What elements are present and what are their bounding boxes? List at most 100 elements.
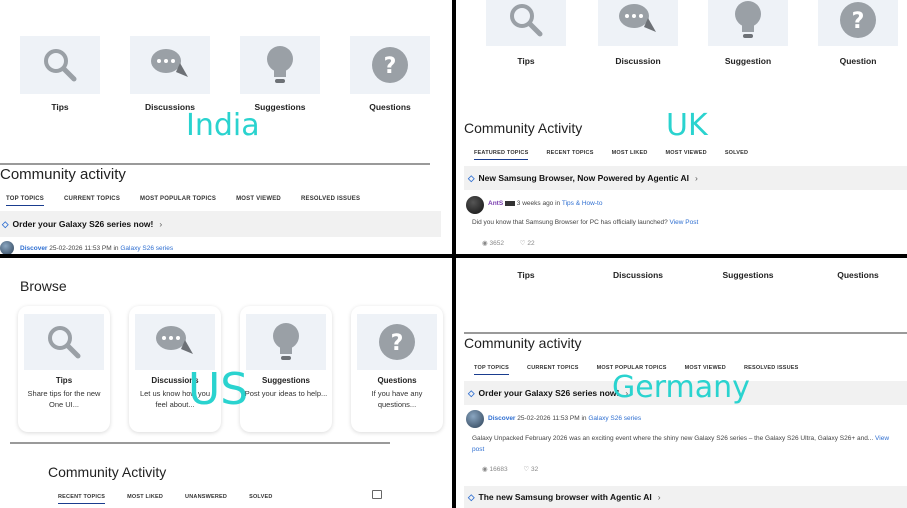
category-label: Questions bbox=[369, 102, 411, 112]
heart-icon: ♡ bbox=[519, 240, 526, 247]
post-body: Galaxy Unpacked February 2026 was an exc… bbox=[472, 433, 902, 455]
post-author[interactable]: Discover bbox=[20, 245, 47, 252]
post-stats: ◉ 3652 ♡ 22 bbox=[482, 239, 535, 247]
category-label[interactable]: Discussions bbox=[598, 270, 678, 280]
post-excerpt: Did you know that Samsung Browser for PC… bbox=[472, 219, 668, 226]
uk-panel: ? Tips Discussion Suggestion Question Co… bbox=[456, 0, 907, 254]
post-date: 25-02-2026 11:53 PM in bbox=[49, 245, 119, 252]
like-count: 22 bbox=[527, 240, 535, 247]
tips-tile[interactable] bbox=[486, 0, 566, 46]
suggestions-tile[interactable] bbox=[240, 36, 320, 94]
pin-icon: ◇ bbox=[2, 218, 9, 229]
category-label[interactable]: Questions bbox=[818, 270, 898, 280]
post-author[interactable]: AntS bbox=[488, 200, 503, 207]
section-title: Community activity bbox=[0, 166, 126, 183]
post-meta: Discover 25-02-2026 11:53 PM in Galaxy S… bbox=[488, 415, 641, 422]
topic-title: Order your Galaxy S26 series now! bbox=[12, 219, 154, 229]
category-card-questions[interactable]: ? Questions If you have any questions... bbox=[351, 306, 443, 432]
tab-resolved[interactable]: RESOLVED ISSUES bbox=[301, 196, 360, 202]
calendar-icon[interactable] bbox=[372, 490, 382, 499]
tab-most-liked[interactable]: MOST LIKED bbox=[127, 494, 163, 500]
country-overlay-label: US bbox=[188, 364, 249, 415]
post-date: 3 weeks ago in bbox=[516, 200, 561, 207]
section-title: Community Activity bbox=[464, 120, 583, 136]
eye-icon: ◉ bbox=[482, 240, 488, 247]
tab-solved[interactable]: SOLVED bbox=[725, 150, 748, 156]
tab-solved[interactable]: SOLVED bbox=[249, 494, 272, 500]
search-icon bbox=[510, 4, 543, 37]
tab-current-topics[interactable]: CURRENT TOPICS bbox=[527, 365, 579, 371]
featured-topic[interactable]: ◇ Order your Galaxy S26 series now! › bbox=[0, 211, 441, 237]
germany-panel: Tips Discussions Suggestions Questions C… bbox=[456, 258, 907, 508]
post-board-link[interactable]: Galaxy S26 series bbox=[120, 245, 173, 252]
country-overlay-label: UK bbox=[666, 108, 708, 143]
activity-tabs: FEATURED TOPICS RECENT TOPICS MOST LIKED… bbox=[474, 150, 748, 160]
topic-title: New Samsung Browser, Now Powered by Agen… bbox=[478, 173, 690, 183]
featured-topic[interactable]: ◇ New Samsung Browser, Now Powered by Ag… bbox=[464, 166, 907, 190]
pin-icon: ◇ bbox=[468, 491, 475, 502]
post-author[interactable]: Discover bbox=[488, 415, 515, 422]
chat-bubbles-icon bbox=[619, 4, 656, 32]
tab-most-viewed[interactable]: MOST VIEWED bbox=[236, 196, 281, 202]
eye-icon: ◉ bbox=[482, 466, 488, 473]
suggestions-tile bbox=[246, 314, 326, 370]
card-description: If you have any questions... bbox=[371, 389, 423, 409]
view-post-link[interactable]: View Post bbox=[670, 219, 699, 226]
discussions-tile bbox=[135, 314, 215, 370]
card-title: Tips bbox=[55, 376, 73, 385]
rank-badge bbox=[504, 200, 515, 206]
tab-recent-topics[interactable]: RECENT TOPICS bbox=[546, 150, 593, 156]
post-date: 25-02-2026 11:53 PM in bbox=[517, 415, 587, 422]
tips-tile[interactable] bbox=[20, 36, 100, 94]
questions-tile: ? bbox=[357, 314, 437, 370]
tab-recent-topics[interactable]: RECENT TOPICS bbox=[58, 494, 106, 504]
post-board-link[interactable]: Tips & How-to bbox=[562, 200, 603, 207]
category-label[interactable]: Suggestions bbox=[708, 270, 788, 280]
tab-unanswered[interactable]: UNANSWERED bbox=[185, 494, 227, 500]
section-title: Community Activity bbox=[48, 464, 167, 480]
category-label: Tips bbox=[51, 102, 69, 112]
heart-icon: ♡ bbox=[523, 466, 530, 473]
svg-text:?: ? bbox=[391, 331, 404, 356]
browse-title: Browse bbox=[20, 278, 67, 294]
card-title: Questions bbox=[377, 376, 417, 385]
activity-tabs: RECENT TOPICS MOST LIKED UNANSWERED SOLV… bbox=[58, 494, 273, 504]
chat-bubbles-icon bbox=[151, 49, 188, 77]
tab-current-topics[interactable]: CURRENT TOPICS bbox=[64, 196, 120, 202]
avatar bbox=[0, 241, 14, 254]
suggestion-tile[interactable] bbox=[708, 0, 788, 46]
category-card-suggestions[interactable]: Suggestions Post your ideas to help... bbox=[240, 306, 332, 432]
lightbulb-icon bbox=[735, 1, 761, 38]
tab-most-viewed[interactable]: MOST VIEWED bbox=[666, 150, 707, 156]
chevron-right-icon: › bbox=[657, 492, 661, 502]
discussion-tile[interactable] bbox=[598, 0, 678, 46]
category-card-tips[interactable]: Tips Share tips for the new One UI... bbox=[18, 306, 110, 432]
tips-tile bbox=[24, 314, 104, 370]
tab-top-topics[interactable]: TOP TOPICS bbox=[6, 196, 45, 206]
chat-bubbles-icon bbox=[156, 326, 193, 354]
category-label[interactable]: Tips bbox=[486, 270, 566, 280]
card-description: Post your ideas to help... bbox=[244, 389, 328, 398]
tab-most-popular[interactable]: MOST POPULAR TOPICS bbox=[140, 196, 216, 202]
activity-tabs: TOP TOPICS CURRENT TOPICS MOST POPULAR T… bbox=[6, 196, 360, 206]
post-stats: ◉ 16683 ♡ 32 bbox=[482, 465, 538, 473]
topic-title: Order your Galaxy S26 series now! bbox=[478, 388, 620, 398]
search-icon bbox=[44, 49, 77, 82]
question-tile[interactable]: ? bbox=[818, 0, 898, 46]
discussions-tile[interactable] bbox=[130, 36, 210, 94]
post-board-link[interactable]: Galaxy S26 series bbox=[588, 415, 641, 422]
chevron-right-icon: › bbox=[695, 173, 698, 183]
tab-featured-topics[interactable]: FEATURED TOPICS bbox=[474, 150, 529, 160]
post-body: Did you know that Samsung Browser for PC… bbox=[472, 219, 698, 226]
question-icon: ? bbox=[840, 2, 876, 38]
questions-tile[interactable]: ? bbox=[350, 36, 430, 94]
second-topic[interactable]: ◇ The new Samsung browser with Agentic A… bbox=[464, 486, 907, 508]
pin-icon: ◇ bbox=[468, 387, 475, 398]
chevron-right-icon: › bbox=[159, 219, 163, 229]
tab-resolved[interactable]: RESOLVED ISSUES bbox=[744, 365, 799, 371]
avatar bbox=[466, 196, 484, 214]
category-label: Question bbox=[839, 56, 877, 66]
question-icon: ? bbox=[379, 324, 415, 360]
tab-top-topics[interactable]: TOP TOPICS bbox=[474, 365, 510, 375]
tab-most-liked[interactable]: MOST LIKED bbox=[612, 150, 648, 156]
